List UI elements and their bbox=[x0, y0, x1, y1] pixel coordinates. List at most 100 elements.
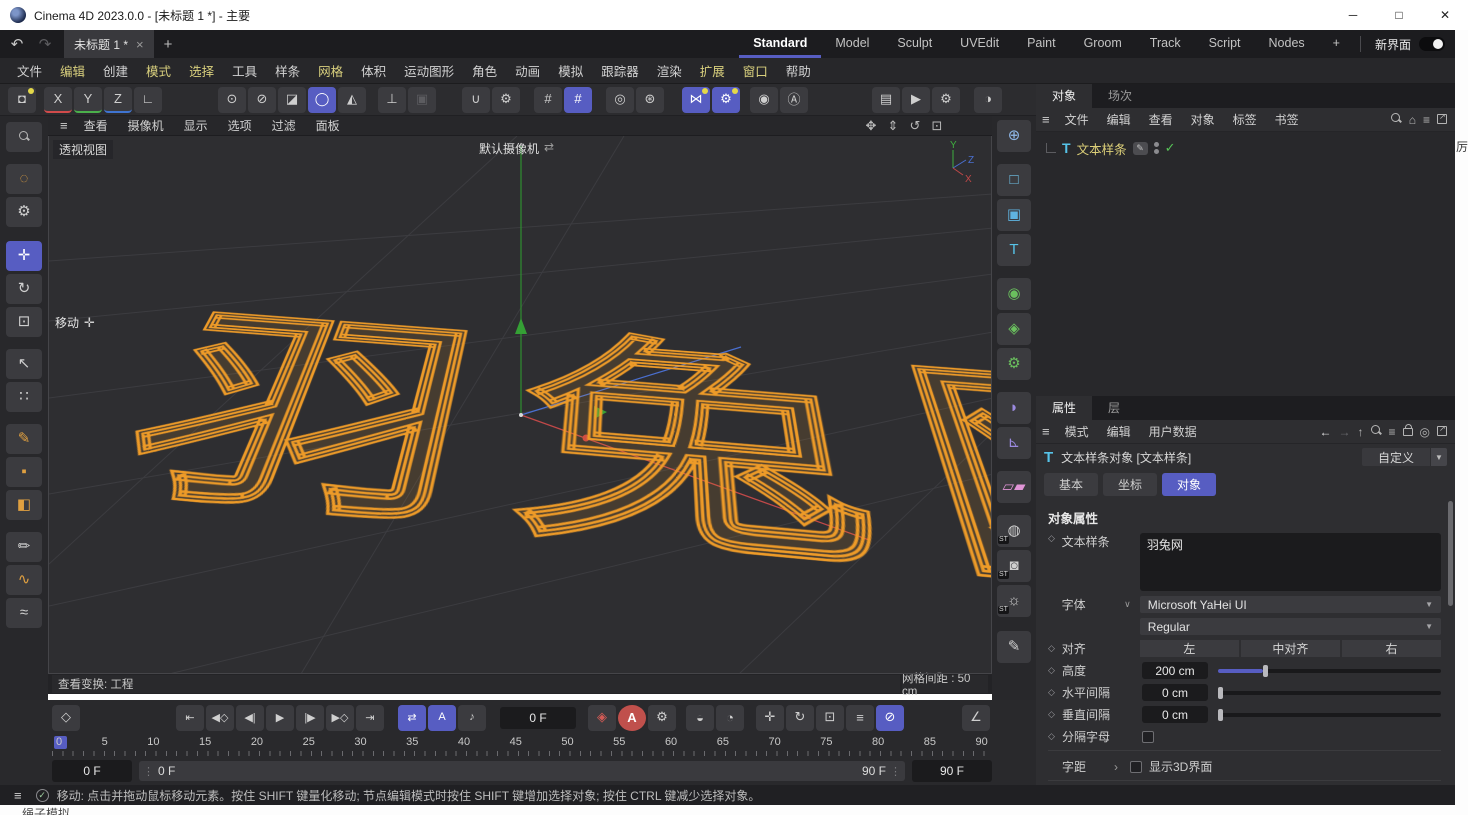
material-sphere-icon[interactable]: ◑ bbox=[974, 87, 1002, 113]
object-button[interactable] bbox=[997, 383, 1031, 389]
tool-button[interactable] bbox=[6, 523, 42, 529]
diamond-icon[interactable]: ◇ bbox=[1048, 687, 1062, 698]
texture-mode-icon[interactable]: ◭ bbox=[338, 87, 366, 113]
menu-item[interactable]: 渲染 bbox=[648, 61, 691, 80]
range-start-field[interactable]: 0 F bbox=[52, 760, 132, 782]
timeline-ruler[interactable]: 051015202530354045505560657075808590 bbox=[52, 736, 992, 750]
solo-eye-icon[interactable]: ◉ bbox=[750, 87, 778, 113]
rotate-tool-icon[interactable]: ↻ bbox=[6, 274, 42, 304]
layout-tab[interactable]: Groom bbox=[1070, 30, 1136, 58]
edit-mesh-icon[interactable]: ✎ bbox=[997, 631, 1031, 663]
rotation-key-icon[interactable]: ↻ bbox=[786, 705, 814, 731]
z-axis-lock-icon[interactable]: Z bbox=[104, 87, 132, 113]
view-label[interactable]: 透视视图 bbox=[53, 140, 113, 159]
sketch-tool-icon[interactable]: ∿ bbox=[6, 565, 42, 595]
stage-camera-icon[interactable]: ◙ bbox=[997, 550, 1031, 582]
menu-item[interactable]: 样条 bbox=[266, 61, 309, 80]
object-manager-hamburger-icon[interactable]: ≡ bbox=[1036, 112, 1056, 127]
target-icon[interactable]: ◎ bbox=[1420, 425, 1430, 439]
layout-tab[interactable]: Nodes bbox=[1255, 30, 1319, 58]
preview-range-bar[interactable]: ⋮ 0 F 90 F ⋮ bbox=[139, 761, 905, 781]
toolbar-button[interactable] bbox=[666, 87, 680, 113]
tool-button[interactable] bbox=[6, 415, 42, 421]
object-manager-menu-item[interactable]: 查看 bbox=[1140, 111, 1182, 128]
toolbar-button[interactable] bbox=[810, 87, 870, 113]
status-hamburger-icon[interactable]: ≡ bbox=[8, 788, 28, 803]
search-icon[interactable] bbox=[1391, 113, 1402, 127]
panel-tab[interactable]: 场次 bbox=[1092, 84, 1148, 108]
menu-item[interactable]: 编辑 bbox=[51, 61, 94, 80]
scale-tool-icon[interactable]: ⊡ bbox=[6, 307, 42, 337]
edit-badge-icon[interactable]: ✎ bbox=[1133, 142, 1148, 155]
scrollbar[interactable] bbox=[1448, 501, 1453, 606]
field-icon[interactable]: ⊾ bbox=[997, 427, 1031, 459]
menu-item[interactable]: 动画 bbox=[506, 61, 549, 80]
dolly-icon[interactable]: ⇕ bbox=[884, 118, 902, 134]
toolbar-button[interactable] bbox=[594, 87, 604, 113]
forward-arrow-icon[interactable]: → bbox=[1339, 425, 1351, 439]
menu-item[interactable]: 模式 bbox=[137, 61, 180, 80]
viewport-menu-item[interactable]: 显示 bbox=[174, 117, 218, 134]
object-button[interactable] bbox=[997, 269, 1031, 275]
viewport-solo-icon[interactable]: ◘ bbox=[8, 87, 36, 113]
show-3d-gui-checkbox[interactable] bbox=[1130, 761, 1142, 773]
attribute-manager-menu-item[interactable]: 编辑 bbox=[1098, 423, 1140, 440]
spline-smooth-tool-icon[interactable]: ≈ bbox=[6, 598, 42, 628]
new-interface-toggle[interactable] bbox=[1419, 37, 1445, 51]
menu-item[interactable]: 窗口 bbox=[734, 61, 777, 80]
redo-icon[interactable]: ↷ bbox=[34, 33, 56, 55]
object-row[interactable]: T 文本样条 ✎ ✓ bbox=[1042, 138, 1455, 158]
workplane-mode-icon[interactable]: ▣ bbox=[408, 87, 436, 113]
snap-icon[interactable]: ∪ bbox=[462, 87, 490, 113]
layout-tab[interactable]: + bbox=[1319, 30, 1354, 58]
render-view-icon[interactable]: ▤ bbox=[872, 87, 900, 113]
null-object-icon[interactable]: ⊕ bbox=[997, 120, 1031, 152]
deformer-icon[interactable]: ◗ bbox=[997, 392, 1031, 424]
viewport-menu-item[interactable]: 摄像机 bbox=[118, 117, 174, 134]
menu-item[interactable]: 运动图形 bbox=[395, 61, 463, 80]
toolbar-button[interactable] bbox=[522, 87, 532, 113]
panel-tab[interactable]: 层 bbox=[1092, 396, 1136, 420]
font-family-dropdown[interactable]: Microsoft YaHei UI ▼ bbox=[1140, 596, 1441, 613]
model-mode-icon[interactable]: ◯ bbox=[308, 87, 336, 113]
subdivision-surface-icon[interactable]: ◉ bbox=[997, 278, 1031, 310]
align-option-button[interactable]: 右 bbox=[1342, 640, 1441, 657]
align-option-button[interactable]: 中对齐 bbox=[1241, 640, 1340, 657]
object-button[interactable] bbox=[997, 462, 1031, 468]
viewport-menu-item[interactable]: 查看 bbox=[74, 117, 118, 134]
render-picture-viewer-icon[interactable]: ▶ bbox=[902, 87, 930, 113]
tweak-tool-icon[interactable]: ⚙ bbox=[6, 197, 42, 227]
height-slider[interactable] bbox=[1218, 669, 1441, 673]
prev-key-icon[interactable]: ◀◇ bbox=[206, 705, 234, 731]
record-keyframe-icon[interactable]: ◈ bbox=[588, 705, 616, 731]
section-tab[interactable]: 基本 bbox=[1044, 473, 1098, 496]
menu-item[interactable]: 文件 bbox=[8, 61, 51, 80]
object-manager-menu-item[interactable]: 文件 bbox=[1056, 111, 1098, 128]
menu-item[interactable]: 创建 bbox=[94, 61, 137, 80]
snap-settings-icon[interactable]: ⚙ bbox=[492, 87, 520, 113]
object-manager-menu-item[interactable]: 书签 bbox=[1266, 111, 1308, 128]
range-grip-icon[interactable]: ⋮ bbox=[886, 765, 905, 778]
layout-tab[interactable]: Paint bbox=[1013, 30, 1070, 58]
prev-frame-icon[interactable]: ◀| bbox=[236, 705, 264, 731]
section-title[interactable]: 对象属性 bbox=[1048, 506, 1441, 533]
generator-icon[interactable]: ⚙ bbox=[997, 348, 1031, 380]
home-icon[interactable]: ⌂ bbox=[1409, 113, 1416, 127]
render-settings-icon[interactable]: ⚙ bbox=[932, 87, 960, 113]
loop-icon[interactable]: ⇄ bbox=[398, 705, 426, 731]
fcurve-button[interactable]: ∠ bbox=[962, 705, 990, 731]
filter-icon[interactable]: ≡ bbox=[1423, 113, 1430, 127]
object-manager-menu-item[interactable]: 编辑 bbox=[1098, 111, 1140, 128]
next-key-icon[interactable]: ▶◇ bbox=[326, 705, 354, 731]
panel-tab[interactable]: 对象 bbox=[1036, 84, 1092, 108]
spline-pen-tool-icon[interactable]: ✎ bbox=[6, 424, 42, 454]
menu-item[interactable]: 体积 bbox=[352, 61, 395, 80]
attribute-manager-menu-item[interactable]: 模式 bbox=[1056, 423, 1098, 440]
layout-tab[interactable]: Standard bbox=[739, 30, 821, 58]
section-tab[interactable]: 对象 bbox=[1162, 473, 1216, 496]
live-selection-tool-icon[interactable]: ◌ bbox=[6, 164, 42, 194]
vertical-spacing-field[interactable]: 0 cm bbox=[1142, 706, 1208, 723]
align-option-button[interactable]: 左 bbox=[1140, 640, 1239, 657]
render-region-icon[interactable]: ◎ bbox=[606, 87, 634, 113]
add-keyframe-button[interactable]: ◇ bbox=[52, 705, 80, 731]
